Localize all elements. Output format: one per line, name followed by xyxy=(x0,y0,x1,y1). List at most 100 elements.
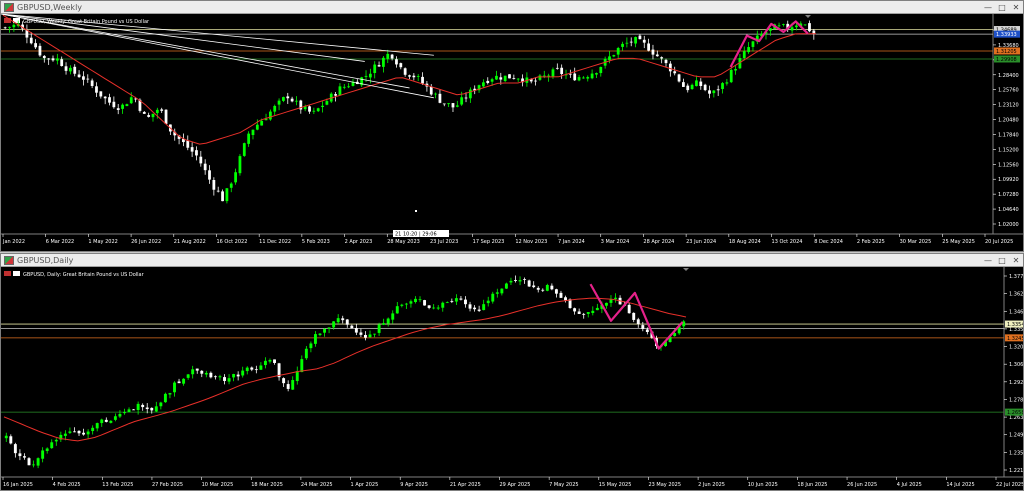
candle-body xyxy=(347,86,351,88)
weekly-chart-canvas[interactable]: GBPUSD, Weekly: Great Britain Pound vs U… xyxy=(1,14,1023,252)
price-tag-label: 1.32453 xyxy=(1007,336,1023,342)
candle-body xyxy=(332,321,336,328)
candle-body xyxy=(682,82,685,87)
candle-body xyxy=(247,133,251,144)
flag-icon xyxy=(4,271,11,276)
candle-body xyxy=(377,65,381,67)
candle-body xyxy=(121,104,124,109)
candle-body xyxy=(725,82,729,84)
period-marker-label: 21 10:20 | 29:06 xyxy=(395,232,437,238)
candle-body xyxy=(132,409,136,411)
candle-body xyxy=(527,280,531,287)
minimize-button[interactable]: — xyxy=(981,2,995,13)
date-label: 28 May 2023 xyxy=(387,239,420,245)
flag-icon xyxy=(4,18,11,23)
candle-body xyxy=(321,105,324,107)
candle-body xyxy=(27,458,31,466)
candle-body xyxy=(282,378,286,384)
price-label: 1.36280 xyxy=(1009,292,1023,298)
candle-body xyxy=(234,172,237,183)
candle-body xyxy=(382,323,386,325)
candle-body xyxy=(668,63,672,72)
candle-body xyxy=(486,80,490,84)
candle-body xyxy=(373,64,377,74)
daily-titlebar[interactable]: GBPUSD,Daily — □ ✕ xyxy=(1,254,1023,267)
candle-body xyxy=(241,370,245,376)
minimize-button[interactable]: — xyxy=(981,255,995,266)
price-label: 1.09920 xyxy=(998,177,1019,183)
date-label: 2 Jun 2025 xyxy=(698,482,725,488)
candle-body xyxy=(82,76,85,80)
candle-body xyxy=(190,147,194,152)
date-label: 7 Jan 2024 xyxy=(558,239,585,245)
candle-body xyxy=(268,359,272,362)
chart-shift-marker xyxy=(683,268,689,271)
candle-body xyxy=(595,307,599,311)
candle-body xyxy=(523,279,527,280)
candle-body xyxy=(199,156,203,164)
candle-body xyxy=(334,94,337,96)
candle-body xyxy=(154,406,158,412)
daily-chart-canvas[interactable]: GBPUSD, Daily: Great Britain Pound vs US… xyxy=(1,267,1023,491)
candle-body xyxy=(454,298,458,302)
close-button[interactable]: ✕ xyxy=(1009,255,1023,266)
candle-body xyxy=(616,48,620,55)
close-button[interactable]: ✕ xyxy=(1009,2,1023,13)
candle-body xyxy=(808,23,811,32)
date-label: 14 Jul 2025 xyxy=(946,482,974,488)
candle-body xyxy=(3,27,7,29)
candle-body xyxy=(554,289,558,294)
date-label: 23 May 2025 xyxy=(648,482,681,488)
daily-window-title: GBPUSD,Daily xyxy=(17,255,74,265)
candle-body xyxy=(151,113,155,118)
candle-body xyxy=(547,75,551,77)
weekly-window-title: GBPUSD,Weekly xyxy=(17,2,83,12)
maximize-button[interactable]: □ xyxy=(995,255,1009,266)
date-label: 28 Apr 2024 xyxy=(643,239,674,245)
maximize-button[interactable]: □ xyxy=(995,2,1009,13)
candle-body xyxy=(627,304,631,314)
candle-body xyxy=(386,53,390,59)
candle-body xyxy=(432,307,436,309)
candle-body xyxy=(641,325,645,329)
date-label: 13 Oct 2024 xyxy=(772,239,803,245)
candle-body xyxy=(391,313,395,320)
candle-body xyxy=(386,318,390,324)
candle-body xyxy=(404,303,408,305)
date-label: 24 Mar 2025 xyxy=(301,482,333,488)
weekly-chart-window[interactable]: GBPUSD,Weekly — □ ✕ GBPUSD, Weekly: Grea… xyxy=(0,0,1024,252)
candle-body xyxy=(734,68,737,71)
price-label: 1.04640 xyxy=(998,207,1019,213)
candle-body xyxy=(516,78,520,80)
candle-body xyxy=(116,108,120,110)
candle-body xyxy=(408,75,411,77)
candle-body xyxy=(599,66,603,74)
price-label: 1.20480 xyxy=(998,118,1019,124)
candle-body xyxy=(229,183,233,188)
candle-body xyxy=(382,57,385,67)
trendline xyxy=(1,14,434,99)
candle-body xyxy=(91,427,95,432)
candle-body xyxy=(295,371,299,382)
candle-body xyxy=(459,298,463,300)
date-label: 9 Apr 2025 xyxy=(400,482,428,488)
candle-body xyxy=(316,108,320,112)
candle-body xyxy=(295,100,298,102)
pattern-drawing xyxy=(589,283,684,350)
candle-body xyxy=(460,97,464,105)
candle-body xyxy=(263,360,267,366)
candle-body xyxy=(55,58,59,61)
candle-body xyxy=(438,93,442,103)
candle-body xyxy=(36,458,40,466)
candle-body xyxy=(464,299,467,305)
candle-body xyxy=(113,416,117,420)
price-label: 1.02000 xyxy=(998,222,1019,228)
candle-body xyxy=(51,58,55,61)
candle-body xyxy=(495,292,499,294)
candle-body xyxy=(125,104,129,107)
daily-chart-window[interactable]: GBPUSD,Daily — □ ✕ GBPUSD, Daily: Great … xyxy=(0,253,1024,491)
candle-body xyxy=(18,453,22,457)
weekly-titlebar[interactable]: GBPUSD,Weekly — □ ✕ xyxy=(1,1,1023,14)
candle-body xyxy=(377,324,381,333)
candle-body xyxy=(614,297,617,299)
